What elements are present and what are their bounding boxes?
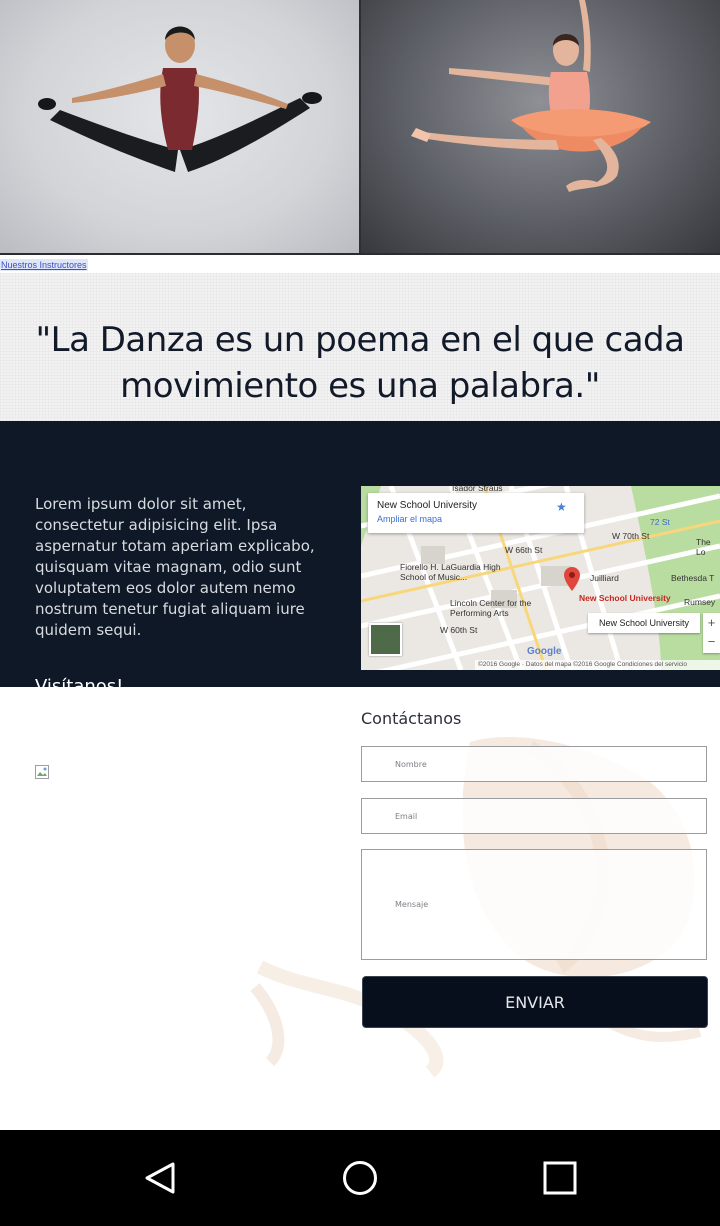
- map-label-school-pin: New School University: [579, 593, 671, 603]
- save-star-icon[interactable]: ★: [556, 500, 567, 514]
- map-pin-icon[interactable]: [564, 567, 580, 591]
- map-label-bethesda: Bethesda T: [671, 573, 715, 583]
- map-card-title: New School University: [377, 500, 478, 511]
- recents-icon[interactable]: [543, 1161, 577, 1195]
- map-label-juilliard: Juilliard: [590, 573, 619, 583]
- satellite-toggle[interactable]: [369, 623, 402, 656]
- zoom-in-button[interactable]: +: [703, 613, 720, 632]
- map-label-w60: W 60th St: [440, 625, 478, 635]
- enlarge-map-link[interactable]: Ampliar el mapa: [377, 514, 442, 524]
- message-field[interactable]: [361, 849, 707, 960]
- map-attribution[interactable]: ©2016 Google · Datos del mapa ©2016 Goog…: [475, 660, 720, 670]
- google-logo: Google: [527, 646, 562, 657]
- visit-heading: Visítanos!: [35, 676, 124, 687]
- map-label-lincoln: Lincoln Center for the Performing Arts: [450, 598, 532, 618]
- name-field[interactable]: [361, 746, 707, 782]
- photo-divider: [359, 0, 361, 254]
- contact-heading: Contáctanos: [361, 709, 462, 728]
- instructors-link[interactable]: Nuestros Instructores: [0, 259, 88, 271]
- map-label-fiorello: Fiorello H. LaGuardia High School of Mus…: [400, 562, 501, 582]
- zoom-out-button[interactable]: −: [703, 632, 720, 651]
- instructor-photo-female: [361, 0, 720, 254]
- android-nav-bar: [0, 1130, 720, 1226]
- dance-quote: "La Danza es un poema en el que cada mov…: [35, 320, 685, 406]
- send-button[interactable]: ENVIAR: [362, 976, 708, 1028]
- zoom-control[interactable]: + −: [703, 613, 720, 653]
- email-field[interactable]: [361, 798, 707, 834]
- home-icon[interactable]: [342, 1160, 378, 1196]
- map-label-isador: Isador Straus: [452, 483, 503, 493]
- male-dancer-illustration: [38, 26, 322, 172]
- ballerina-illustration: [411, 0, 651, 192]
- back-icon[interactable]: [143, 1161, 177, 1195]
- broken-image-icon: [35, 765, 49, 779]
- map-label-w70: W 70th St: [612, 531, 650, 541]
- info-paragraph: Lorem ipsum dolor sit amet, consectetur …: [35, 495, 315, 639]
- map-label-thelo: The Lo: [696, 537, 711, 557]
- instructor-photo-male: [0, 0, 359, 254]
- map-label-rumsey: Rumsey: [684, 597, 716, 607]
- photo-bottom-border: [0, 253, 720, 255]
- map-label-72st: 72 St: [650, 517, 670, 527]
- map-label-w66: W 66th St: [505, 545, 543, 555]
- map-info-card: [368, 493, 584, 533]
- map-place-tag: New School University: [588, 613, 700, 633]
